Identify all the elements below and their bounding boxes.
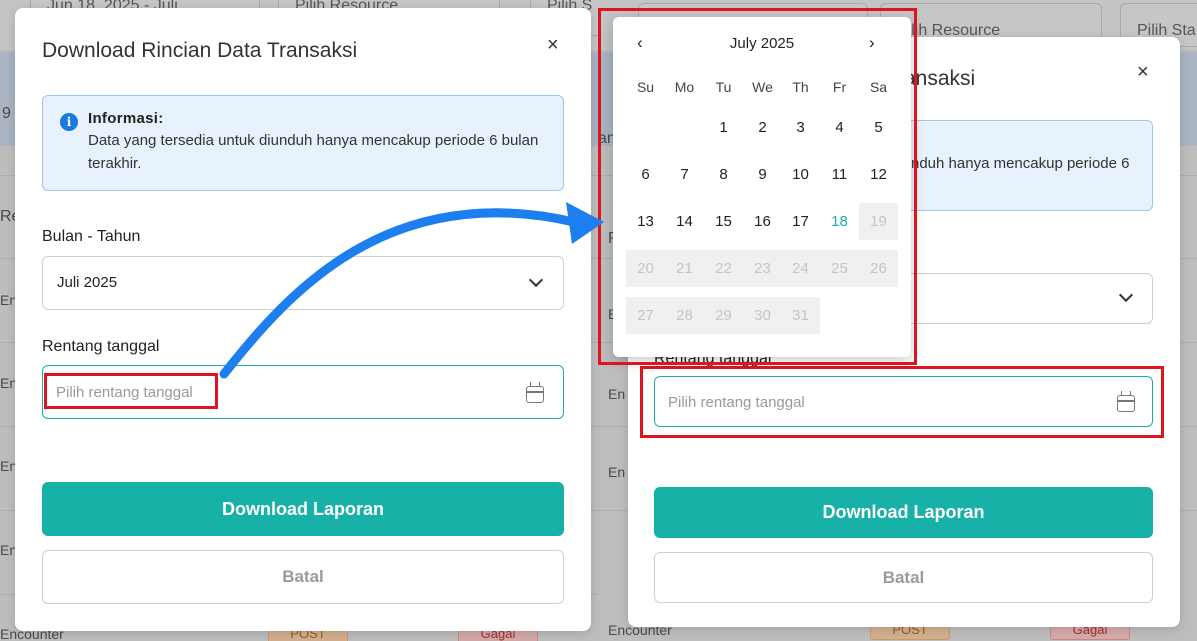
arrow-head — [566, 202, 604, 244]
annotation-arrow — [219, 202, 604, 379]
arrow-shaft — [219, 208, 579, 379]
